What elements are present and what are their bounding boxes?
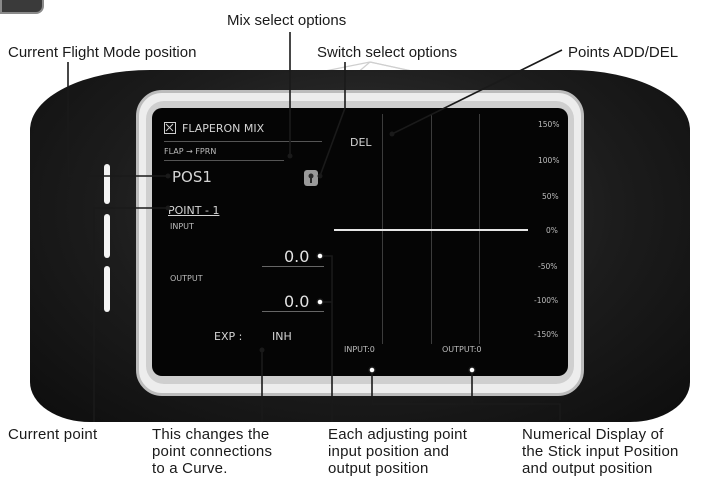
exp-label: EXP : <box>214 330 243 343</box>
graph-area <box>334 114 528 344</box>
callout-points-add-del: Points ADD/DEL <box>568 44 679 61</box>
callout-current-flight-mode: Current Flight Mode position <box>8 44 197 61</box>
mix-curve-line <box>334 229 528 231</box>
mix-path-underline <box>164 160 284 161</box>
mix-icon <box>164 122 176 134</box>
flight-mode-position[interactable]: POS1 <box>172 168 212 186</box>
y-tick-100: 100% <box>538 156 560 165</box>
callout-current-point: Current point <box>8 426 98 443</box>
switch-select-icon[interactable] <box>304 170 318 186</box>
mix-path: FLAP → FPRN <box>164 147 217 156</box>
input-value[interactable]: 0.0 <box>284 247 309 266</box>
y-tick-minus-100: -100% <box>534 296 559 305</box>
side-indicator-3 <box>104 266 110 312</box>
input-readout: INPUT:0 <box>344 345 375 354</box>
side-indicator-2 <box>104 214 110 258</box>
y-tick-minus-150: -150% <box>534 330 559 339</box>
screen-title: FLAPERON MIX <box>182 122 265 135</box>
callout-exp-note: This changes the point connections to a … <box>152 426 273 477</box>
output-label: OUTPUT <box>170 274 203 283</box>
output-value[interactable]: 0.0 <box>284 292 309 311</box>
callout-numerical-display: Numerical Display of the Stick input Pos… <box>522 426 679 477</box>
output-readout: OUTPUT:0 <box>442 345 482 354</box>
exp-value[interactable]: INH <box>272 330 292 343</box>
corner-tab <box>0 0 44 14</box>
y-tick-minus-50: -50% <box>538 262 558 271</box>
y-tick-150: 150% <box>538 120 560 129</box>
input-underline <box>262 266 324 267</box>
callout-adjusting-point: Each adjusting point input position and … <box>328 426 468 477</box>
y-tick-0: 0% <box>546 226 558 235</box>
output-underline <box>262 311 324 312</box>
title-underline <box>164 141 322 142</box>
input-label: INPUT <box>170 222 194 231</box>
y-tick-50: 50% <box>542 192 559 201</box>
current-point-label[interactable]: POINT - 1 <box>168 204 219 217</box>
callout-switch-select: Switch select options <box>317 44 458 61</box>
callout-mix-select: Mix select options <box>227 12 347 29</box>
lcd-screen: FLAPERON MIX FLAP → FPRN POS1 POINT - 1 … <box>152 108 568 376</box>
diagram-stage: FLAPERON MIX FLAP → FPRN POS1 POINT - 1 … <box>0 0 722 488</box>
side-indicator-1 <box>104 164 110 204</box>
